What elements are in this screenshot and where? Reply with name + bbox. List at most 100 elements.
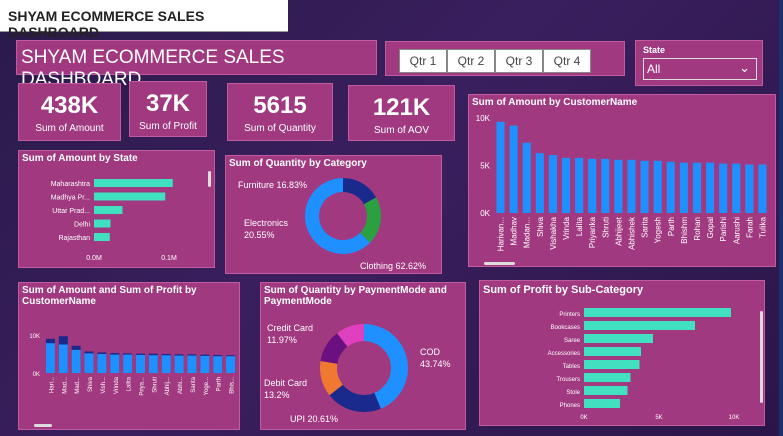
bar: [226, 356, 236, 373]
bar: [758, 164, 767, 213]
category-label: Sarita: [641, 216, 650, 237]
bar: [94, 192, 166, 201]
x-tick-label: 0K: [580, 415, 587, 421]
qtr-1-button[interactable]: Qtr 1: [399, 49, 447, 73]
amount-profit-bar-svg: 10K 0K Hari... Mad... Mad... Shiva Vish... Vrin…: [29, 334, 236, 427]
x-tick-label: 0.1M: [161, 255, 177, 262]
bar: [584, 308, 731, 317]
slice-label: 13.2%: [264, 390, 290, 400]
category-label: Stole: [566, 390, 580, 396]
bar: [706, 162, 715, 213]
category-label: Madhya Pr...: [51, 195, 90, 202]
category-label: Uttar Prad...: [52, 208, 90, 215]
bar: [94, 233, 110, 241]
category-label: Shiva: [88, 376, 94, 392]
kpi-value: 5615: [253, 92, 307, 119]
chart-profit-by-subcategory: Sum of Profit by Sub-Category Printers Bo…: [479, 280, 765, 426]
category-label: Yoge...: [204, 377, 210, 396]
category-label: Gopal: [706, 217, 715, 239]
bar: [584, 373, 631, 382]
slice-label: Debit Card: [264, 378, 307, 388]
category-label: Madan...: [523, 217, 532, 248]
quarter-slicer: Qtr 1 Qtr 2 Qtr 3 Qtr 4: [385, 41, 625, 76]
category-label: Vish...: [101, 377, 107, 394]
category-label: Lalita: [575, 216, 584, 236]
y-tick-label: 10K: [29, 334, 40, 340]
category-label: Priyanka: [588, 216, 597, 248]
horizontal-scrollbar: [484, 262, 515, 265]
state-value: All: [647, 62, 661, 76]
x-tick-label: 0.0M: [86, 255, 102, 262]
category-label: Mad...: [62, 377, 68, 394]
category-label: Vrinda: [114, 376, 120, 394]
state-dropdown[interactable]: All ⌄: [643, 58, 757, 80]
bar: [584, 360, 640, 369]
bar: [135, 354, 146, 373]
category-label: Trousers: [557, 377, 580, 383]
bar: [94, 206, 123, 214]
category-label: Saree: [564, 338, 581, 344]
customer-bar-svg: 10K 5K 0K Harivan... Madhav Madan... Shiva Vish…: [476, 114, 767, 265]
category-label: Phones: [560, 403, 580, 409]
qtr-4-button[interactable]: Qtr 4: [543, 49, 591, 73]
y-tick-label: 0K: [480, 209, 490, 218]
slice-label: 20.55%: [244, 230, 275, 240]
bar: [200, 355, 210, 373]
category-donut-svg: Furniture 16.83% Electronics 20.55% Clothin…: [238, 178, 426, 271]
bar: [94, 179, 173, 187]
kpi-value: 438K: [40, 92, 99, 119]
qtr-3-button[interactable]: Qtr 3: [495, 49, 543, 73]
category-label: Abhij...: [165, 377, 171, 396]
slice-label: 43.74%: [420, 359, 451, 369]
category-label: Abhi...: [178, 377, 184, 394]
category-label: Bookcases: [551, 325, 580, 331]
category-label: Priya...: [140, 377, 146, 396]
kpi-sum-aov: 121K Sum of AOV: [348, 85, 455, 141]
bar: [71, 349, 81, 373]
category-label: Tulika: [758, 216, 767, 238]
category-label: Rajasthan: [58, 235, 90, 242]
subcategory-bar-svg: Printers Bookcases Saree Accessories Tables T…: [548, 308, 763, 421]
dashboard-banner: SHYAM ECOMMERCE SALES DASHBOARD: [16, 40, 377, 90]
bar: [213, 356, 223, 373]
kpi-value: 121K: [372, 94, 431, 121]
category-label: Accessories: [548, 351, 580, 357]
kpi-label: Sum of Profit: [139, 121, 197, 132]
category-label: Mad...: [75, 377, 81, 394]
category-label: Bhishm: [680, 217, 689, 244]
category-label: Abhishek: [628, 216, 637, 250]
chart-amount-by-customer: Sum of Amount by CustomerName 10K 5K 0K Har…: [468, 94, 776, 267]
bar: [679, 162, 688, 213]
qtr-2-button[interactable]: Qtr 2: [447, 49, 495, 73]
vertical-scrollbar: [208, 171, 211, 187]
donut-slice: [360, 197, 381, 243]
bar: [110, 354, 120, 373]
category-label: Farah: [745, 217, 754, 238]
slice-label: Clothing 62.62%: [360, 261, 426, 271]
bar: [614, 159, 623, 213]
slice-label: COD: [420, 347, 441, 357]
category-label: Madhav: [510, 217, 519, 245]
bar: [692, 162, 702, 213]
bar: [97, 354, 107, 373]
category-label: Abhijeet: [614, 216, 623, 246]
category-label: Sarita: [191, 376, 197, 392]
kpi-sum-amount: 438K Sum of Amount: [18, 83, 121, 141]
bar: [584, 334, 653, 343]
bar: [496, 121, 505, 213]
category-label: Parishi: [719, 217, 728, 242]
bar: [666, 161, 675, 213]
bar: [584, 347, 641, 356]
category-label: Bhis...: [230, 377, 236, 394]
x-tick-label: 10K: [729, 415, 740, 421]
bar: [58, 344, 68, 373]
category-label: Aarushi: [732, 217, 741, 244]
bar: [719, 163, 728, 213]
bar: [187, 355, 197, 373]
slice-label: Furniture 16.83%: [238, 180, 307, 190]
category-label: Shruti: [601, 217, 610, 238]
vertical-scrollbar: [760, 311, 763, 403]
category-label: Vishakha: [549, 216, 558, 249]
slice-label: Electronics: [244, 218, 289, 228]
slice-label: 11.97%: [267, 335, 297, 345]
